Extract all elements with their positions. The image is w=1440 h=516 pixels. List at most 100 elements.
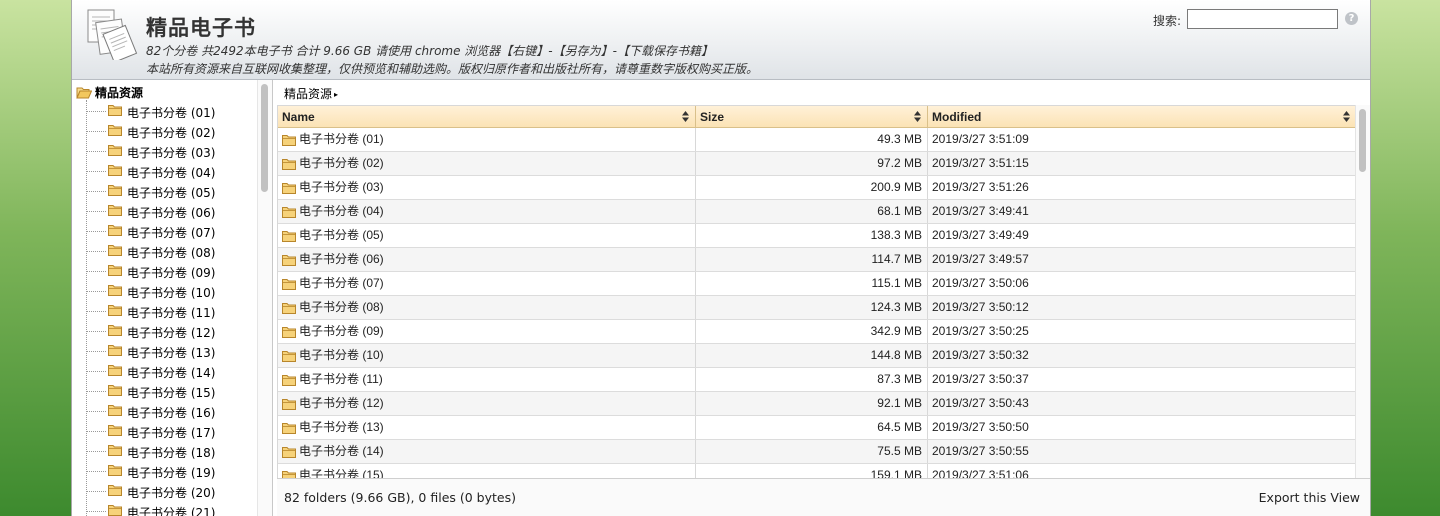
tree-root-item[interactable]: 精品资源	[76, 83, 143, 101]
folder-icon	[108, 245, 122, 256]
cell-size: 342.9 MB	[696, 320, 928, 343]
tree-item-label: 电子书分卷 (15)	[127, 386, 216, 400]
folder-name[interactable]: 电子书分卷 (07)	[299, 272, 384, 295]
tree-item-label: 电子书分卷 (17)	[127, 426, 216, 440]
tree-item[interactable]: 电子书分卷 (09)	[86, 261, 256, 281]
table-row[interactable]: 电子书分卷 (05) 138.3 MB 2019/3/27 3:49:49	[278, 224, 1356, 248]
tree-item[interactable]: 电子书分卷 (05)	[86, 181, 256, 201]
tree-item[interactable]: 电子书分卷 (03)	[86, 141, 256, 161]
cell-name[interactable]: 电子书分卷 (13)	[278, 416, 696, 439]
table-row[interactable]: 电子书分卷 (08) 124.3 MB 2019/3/27 3:50:12	[278, 296, 1356, 320]
tree-item[interactable]: 电子书分卷 (07)	[86, 221, 256, 241]
tree-item[interactable]: 电子书分卷 (16)	[86, 401, 256, 421]
folder-name[interactable]: 电子书分卷 (12)	[299, 392, 384, 415]
table-row[interactable]: 电子书分卷 (01) 49.3 MB 2019/3/27 3:51:09	[278, 128, 1356, 152]
table-row[interactable]: 电子书分卷 (03) 200.9 MB 2019/3/27 3:51:26	[278, 176, 1356, 200]
folder-icon	[282, 351, 296, 362]
folder-icon	[282, 279, 296, 290]
table-row[interactable]: 电子书分卷 (11) 87.3 MB 2019/3/27 3:50:37	[278, 368, 1356, 392]
tree-connector	[86, 291, 106, 292]
tree-item[interactable]: 电子书分卷 (18)	[86, 441, 256, 461]
folder-name[interactable]: 电子书分卷 (14)	[299, 440, 384, 463]
folder-name[interactable]: 电子书分卷 (02)	[299, 152, 384, 175]
cell-name[interactable]: 电子书分卷 (15)	[278, 464, 696, 479]
cell-modified: 2019/3/27 3:50:43	[932, 396, 1029, 410]
table-row[interactable]: 电子书分卷 (15) 159.1 MB 2019/3/27 3:51:06	[278, 464, 1356, 479]
tree-item[interactable]: 电子书分卷 (11)	[86, 301, 256, 321]
folder-name[interactable]: 电子书分卷 (10)	[299, 344, 384, 367]
cell-name[interactable]: 电子书分卷 (08)	[278, 296, 696, 319]
cell-name[interactable]: 电子书分卷 (11)	[278, 368, 696, 391]
table-row[interactable]: 电子书分卷 (13) 64.5 MB 2019/3/27 3:50:50	[278, 416, 1356, 440]
tree-item[interactable]: 电子书分卷 (01)	[86, 101, 256, 121]
cell-name[interactable]: 电子书分卷 (12)	[278, 392, 696, 415]
table-row[interactable]: 电子书分卷 (07) 115.1 MB 2019/3/27 3:50:06	[278, 272, 1356, 296]
cell-name[interactable]: 电子书分卷 (10)	[278, 344, 696, 367]
table-row[interactable]: 电子书分卷 (04) 68.1 MB 2019/3/27 3:49:41	[278, 200, 1356, 224]
tree-item[interactable]: 电子书分卷 (14)	[86, 361, 256, 381]
folder-name[interactable]: 电子书分卷 (06)	[299, 248, 384, 271]
cell-name[interactable]: 电子书分卷 (09)	[278, 320, 696, 343]
cell-name[interactable]: 电子书分卷 (02)	[278, 152, 696, 175]
cell-modified: 2019/3/27 3:49:57	[932, 252, 1029, 266]
tree-item-label: 电子书分卷 (02)	[127, 126, 216, 140]
sidebar-scrollbar-thumb[interactable]	[261, 84, 268, 192]
column-header-modified[interactable]: Modified	[928, 106, 1356, 127]
folder-icon	[282, 159, 296, 170]
column-header-label: Size	[700, 110, 725, 124]
tree-item[interactable]: 电子书分卷 (02)	[86, 121, 256, 141]
folder-icon	[108, 465, 122, 476]
table-row[interactable]: 电子书分卷 (06) 114.7 MB 2019/3/27 3:49:57	[278, 248, 1356, 272]
folder-name[interactable]: 电子书分卷 (03)	[299, 176, 384, 199]
cell-name[interactable]: 电子书分卷 (05)	[278, 224, 696, 247]
folder-icon	[282, 207, 296, 218]
cell-name[interactable]: 电子书分卷 (06)	[278, 248, 696, 271]
tree-item[interactable]: 电子书分卷 (06)	[86, 201, 256, 221]
cell-name[interactable]: 电子书分卷 (07)	[278, 272, 696, 295]
cell-name[interactable]: 电子书分卷 (04)	[278, 200, 696, 223]
table-row[interactable]: 电子书分卷 (10) 144.8 MB 2019/3/27 3:50:32	[278, 344, 1356, 368]
tree-connector	[86, 331, 106, 332]
tree-connector	[86, 311, 106, 312]
export-view-link[interactable]: Export this View	[1259, 490, 1360, 505]
folder-name[interactable]: 电子书分卷 (09)	[299, 320, 384, 343]
tree-item[interactable]: 电子书分卷 (04)	[86, 161, 256, 181]
folder-icon	[282, 135, 296, 146]
cell-name[interactable]: 电子书分卷 (03)	[278, 176, 696, 199]
tree-item[interactable]: 电子书分卷 (12)	[86, 321, 256, 341]
folder-icon	[108, 325, 122, 336]
tree-item-label: 电子书分卷 (14)	[127, 366, 216, 380]
tree-item[interactable]: 电子书分卷 (19)	[86, 461, 256, 481]
column-header-size[interactable]: Size	[696, 106, 928, 127]
tree-item[interactable]: 电子书分卷 (20)	[86, 481, 256, 501]
table-row[interactable]: 电子书分卷 (09) 342.9 MB 2019/3/27 3:50:25	[278, 320, 1356, 344]
tree-item[interactable]: 电子书分卷 (08)	[86, 241, 256, 261]
column-header-name[interactable]: Name	[278, 106, 696, 127]
grid-scrollbar-thumb[interactable]	[1359, 109, 1366, 172]
folder-name[interactable]: 电子书分卷 (13)	[299, 416, 384, 439]
tree-item[interactable]: 电子书分卷 (15)	[86, 381, 256, 401]
folder-icon	[108, 165, 122, 176]
folder-name[interactable]: 电子书分卷 (08)	[299, 296, 384, 319]
tree-item[interactable]: 电子书分卷 (10)	[86, 281, 256, 301]
cell-name[interactable]: 电子书分卷 (14)	[278, 440, 696, 463]
folder-name[interactable]: 电子书分卷 (05)	[299, 224, 384, 247]
table-row[interactable]: 电子书分卷 (02) 97.2 MB 2019/3/27 3:51:15	[278, 152, 1356, 176]
folder-name[interactable]: 电子书分卷 (01)	[299, 128, 384, 151]
tree-connector	[86, 491, 106, 492]
cell-name[interactable]: 电子书分卷 (01)	[278, 128, 696, 151]
help-icon[interactable]: ?	[1345, 12, 1358, 25]
tree-item[interactable]: 电子书分卷 (13)	[86, 341, 256, 361]
breadcrumb-item-root[interactable]: 精品资源	[284, 87, 332, 101]
folder-name[interactable]: 电子书分卷 (15)	[299, 464, 384, 479]
table-row[interactable]: 电子书分卷 (12) 92.1 MB 2019/3/27 3:50:43	[278, 392, 1356, 416]
tree-item-label: 电子书分卷 (04)	[127, 166, 216, 180]
table-row[interactable]: 电子书分卷 (14) 75.5 MB 2019/3/27 3:50:55	[278, 440, 1356, 464]
folder-name[interactable]: 电子书分卷 (11)	[299, 368, 383, 391]
tree-item[interactable]: 电子书分卷 (21)	[86, 501, 256, 516]
cell-modified: 2019/3/27 3:50:55	[932, 444, 1029, 458]
search-input[interactable]	[1187, 9, 1338, 29]
folder-name[interactable]: 电子书分卷 (04)	[299, 200, 384, 223]
tree-item-label: 电子书分卷 (18)	[127, 446, 216, 460]
tree-item[interactable]: 电子书分卷 (17)	[86, 421, 256, 441]
